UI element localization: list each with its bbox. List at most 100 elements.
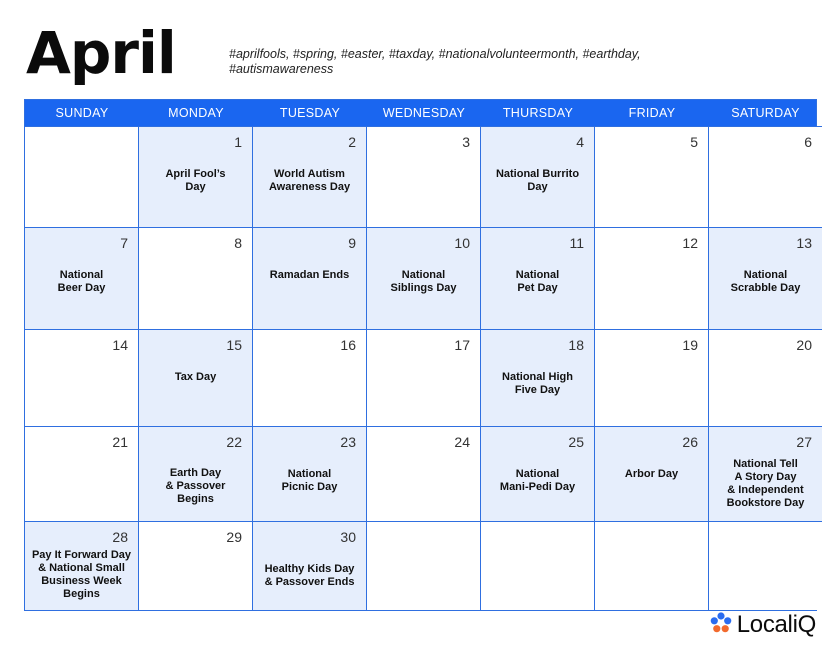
day-cell[interactable]: 20 bbox=[709, 329, 822, 426]
event-line: Begins bbox=[177, 493, 214, 505]
weekday-tuesday: TUESDAY bbox=[279, 106, 341, 120]
event-line: & Passover bbox=[165, 480, 226, 492]
event-label: National Scrabble Day bbox=[713, 269, 818, 295]
event-line: Day bbox=[185, 181, 206, 193]
day-number: 29 bbox=[226, 529, 242, 545]
day-cell[interactable]: 17 bbox=[367, 329, 481, 426]
day-cell[interactable]: 12 bbox=[595, 227, 709, 329]
event-label: National Tell A Story Day & Independent Boo… bbox=[713, 458, 818, 510]
event-label: National High Five Day bbox=[485, 371, 590, 397]
day-cell[interactable]: 19 bbox=[595, 329, 709, 426]
event-label: National Burrito Day bbox=[485, 168, 590, 194]
day-cell[interactable]: 14 bbox=[25, 329, 139, 426]
event-line: Awareness Day bbox=[268, 181, 351, 193]
day-cell[interactable]: 1 April Fool’s Day bbox=[139, 126, 253, 227]
day-cell[interactable]: 26 Arbor Day bbox=[595, 426, 709, 521]
day-number: 25 bbox=[568, 434, 584, 450]
event-label: Arbor Day bbox=[599, 468, 704, 481]
day-number: 21 bbox=[112, 434, 128, 450]
event-line: & Passover Ends bbox=[264, 576, 355, 588]
event-line: Picnic Day bbox=[281, 481, 338, 493]
day-cell[interactable]: 27 National Tell A Story Day & Independent B… bbox=[709, 426, 822, 521]
event-line: & National Small bbox=[38, 562, 125, 574]
day-cell[interactable]: 21 bbox=[25, 426, 139, 521]
calendar-week: 7 National Beer Day 8 9 Ramadan Ends 10 Nationa… bbox=[25, 227, 822, 329]
event-label: Earth Day & Passover Begins bbox=[143, 467, 248, 506]
event-label: National Mani-Pedi Day bbox=[485, 468, 590, 494]
day-cell[interactable]: 15 Tax Day bbox=[139, 329, 253, 426]
day-cell[interactable]: 28 Pay It Forward Day & National Small Busi… bbox=[25, 521, 139, 610]
event-label: World Autism Awareness Day bbox=[257, 168, 362, 194]
event-label: National Siblings Day bbox=[371, 269, 476, 295]
calendar-week: 1 April Fool’s Day 2 World Autism Awareness D… bbox=[25, 126, 822, 227]
day-number: 4 bbox=[576, 134, 584, 150]
calendar-grid: SUNDAY MONDAY TUESDAY WEDNESDAY THURSDAY… bbox=[24, 99, 822, 611]
day-number: 27 bbox=[796, 434, 812, 450]
day-number: 16 bbox=[340, 337, 356, 353]
month-title: April bbox=[26, 19, 177, 87]
day-number: 28 bbox=[112, 529, 128, 545]
event-line: Bookstore Day bbox=[726, 497, 805, 509]
day-number: 11 bbox=[569, 235, 584, 251]
event-line: Healthy Kids Day bbox=[264, 563, 355, 575]
event-line: National bbox=[287, 468, 332, 480]
weekday-monday: MONDAY bbox=[168, 106, 224, 120]
weeks-container: 1 April Fool’s Day 2 World Autism Awareness D… bbox=[25, 126, 822, 610]
day-cell[interactable]: 8 bbox=[139, 227, 253, 329]
hashtags: #aprilfools, #spring, #easter, #taxday, … bbox=[229, 47, 641, 76]
day-cell[interactable]: 16 bbox=[253, 329, 367, 426]
event-line: Five Day bbox=[514, 384, 561, 396]
weekday-wednesday: WEDNESDAY bbox=[382, 106, 466, 120]
weekday-sunday: SUNDAY bbox=[55, 106, 109, 120]
day-cell[interactable]: 5 bbox=[595, 126, 709, 227]
day-cell[interactable]: 7 National Beer Day bbox=[25, 227, 139, 329]
day-cell[interactable]: 18 National High Five Day bbox=[481, 329, 595, 426]
event-line: National High bbox=[502, 371, 573, 383]
day-number: 9 bbox=[348, 235, 356, 251]
day-cell[interactable] bbox=[709, 521, 822, 610]
day-cell[interactable] bbox=[25, 126, 139, 227]
day-cell[interactable]: 24 bbox=[367, 426, 481, 521]
weekday-header: SUNDAY MONDAY TUESDAY WEDNESDAY THURSDAY… bbox=[25, 100, 816, 126]
day-number: 7 bbox=[120, 235, 128, 251]
event-label: National Beer Day bbox=[29, 269, 134, 295]
day-cell[interactable]: 30 Healthy Kids Day & Passover Ends bbox=[253, 521, 367, 610]
event-line: Scrabble Day bbox=[730, 282, 801, 294]
day-number: 26 bbox=[682, 434, 698, 450]
event-line: Arbor Day bbox=[624, 468, 679, 480]
calendar-week: 21 22 Earth Day & Passover Begins 23 National P… bbox=[25, 426, 822, 521]
weekday-saturday: SATURDAY bbox=[731, 106, 800, 120]
brand-logo: LocaliQ bbox=[709, 610, 816, 640]
day-cell[interactable]: 29 bbox=[139, 521, 253, 610]
day-cell[interactable]: 25 National Mani-Pedi Day bbox=[481, 426, 595, 521]
day-cell[interactable] bbox=[481, 521, 595, 610]
day-number: 24 bbox=[454, 434, 470, 450]
event-line: Begins bbox=[63, 588, 100, 600]
day-cell[interactable]: 13 National Scrabble Day bbox=[709, 227, 822, 329]
day-number: 10 bbox=[454, 235, 470, 251]
day-number: 6 bbox=[804, 134, 812, 150]
day-number: 18 bbox=[568, 337, 584, 353]
day-number: 13 bbox=[796, 235, 812, 251]
event-label: Tax Day bbox=[143, 371, 248, 384]
event-line: Earth Day bbox=[169, 467, 222, 479]
day-cell[interactable]: 22 Earth Day & Passover Begins bbox=[139, 426, 253, 521]
day-cell[interactable]: 6 bbox=[709, 126, 822, 227]
day-cell[interactable]: 23 National Picnic Day bbox=[253, 426, 367, 521]
day-cell[interactable] bbox=[595, 521, 709, 610]
event-line: Ramadan Ends bbox=[269, 269, 350, 281]
day-cell[interactable]: 3 bbox=[367, 126, 481, 227]
day-number: 5 bbox=[690, 134, 698, 150]
day-number: 2 bbox=[348, 134, 356, 150]
event-line: A Story Day bbox=[734, 471, 797, 483]
event-line: National Tell bbox=[733, 458, 798, 470]
day-cell[interactable]: 9 Ramadan Ends bbox=[253, 227, 367, 329]
day-cell[interactable]: 4 National Burrito Day bbox=[481, 126, 595, 227]
calendar-week: 28 Pay It Forward Day & National Small Busi… bbox=[25, 521, 822, 610]
day-cell[interactable]: 10 National Siblings Day bbox=[367, 227, 481, 329]
event-label: National Picnic Day bbox=[257, 468, 362, 494]
day-cell[interactable] bbox=[367, 521, 481, 610]
day-cell[interactable]: 11 National Pet Day bbox=[481, 227, 595, 329]
event-label: National Pet Day bbox=[485, 269, 590, 295]
day-cell[interactable]: 2 World Autism Awareness Day bbox=[253, 126, 367, 227]
